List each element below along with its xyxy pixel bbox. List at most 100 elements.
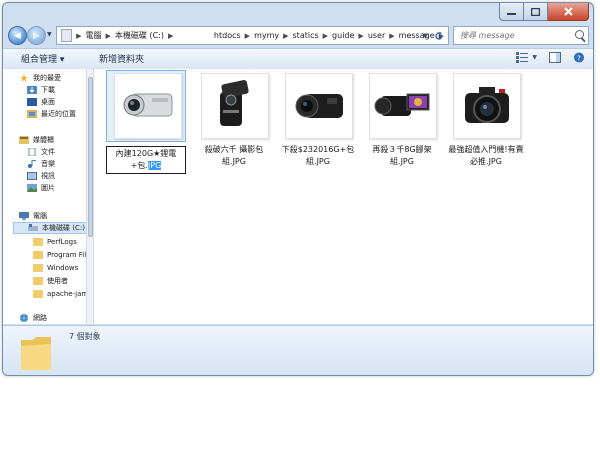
item-count: 7 個對象 (69, 332, 101, 341)
rename-input[interactable]: 內建120G★鋰電+包.JPG (106, 146, 186, 174)
nav-local-disk[interactable]: 本機磁碟 (C:) (13, 222, 93, 234)
address-bar[interactable]: ▶ 電腦 ▶ 本機磁碟 (C:) ▶ htdocs ▶ mymy ▶ statics ▶… (56, 26, 449, 45)
new-folder-button[interactable]: 新增資料夾 (99, 52, 144, 65)
nav-recent[interactable]: 最近的位置 (27, 108, 76, 120)
nav-music[interactable]: 音樂 (27, 158, 55, 170)
breadcrumb-user[interactable]: user (368, 31, 385, 40)
camcorder-black-thumbnail[interactable] (201, 73, 269, 139)
details-pane: 7 個對象 (3, 325, 593, 375)
minimize-icon (507, 12, 516, 15)
preview-pane-icon[interactable] (549, 52, 561, 63)
chevron-right-icon[interactable]: ▶ (389, 32, 394, 40)
file-name[interactable]: 再殺３千8G腳架組.JPG (362, 144, 442, 168)
arrow-left-icon: ◀ (14, 30, 21, 41)
folder-icon (33, 277, 43, 285)
file-list: 內建120G★鋰電+包.JPG 殺破六千 攝影包組.JPG 下殺$232016G… (94, 69, 593, 324)
nav-documents[interactable]: 文件 (27, 146, 55, 158)
nav-network[interactable]: 網路 (19, 312, 47, 324)
file-name[interactable]: 下殺$232016G+包組.JPG (278, 144, 358, 168)
nav-folder-apache[interactable]: apache-jame (33, 288, 93, 300)
folder-icon (33, 290, 43, 298)
rename-text: 內建120G★鋰電+包. (115, 149, 177, 170)
chevron-right-icon[interactable]: ▶ (283, 32, 288, 40)
address-dropdown-icon[interactable]: ▼ (423, 32, 428, 40)
nav-computer-label: 電腦 (33, 212, 47, 220)
search-input[interactable] (458, 30, 574, 41)
chevron-right-icon[interactable]: ▶ (358, 32, 363, 40)
recent-pages-dropdown[interactable]: ▼ (47, 31, 52, 38)
minimize-button[interactable] (499, 3, 524, 21)
breadcrumb-computer[interactable]: 電腦 (86, 30, 102, 41)
nav-videos[interactable]: 視訊 (27, 170, 55, 182)
file-name[interactable]: 最強超值入門機!有賣必推.JPG (446, 144, 526, 168)
camcorder-screen-thumbnail[interactable] (369, 73, 437, 139)
nav-pictures[interactable]: 圖片 (27, 182, 55, 194)
nav-documents-label: 文件 (41, 148, 55, 156)
nav-downloads[interactable]: 下載 (27, 84, 55, 96)
nav-music-label: 音樂 (41, 160, 55, 168)
dslr-canon-thumbnail[interactable] (453, 73, 521, 139)
folder-icon (33, 238, 43, 246)
chevron-right-icon[interactable]: ▶ (76, 32, 81, 40)
camcorder-icon (220, 80, 249, 126)
navigation-pane: 我的最愛 下載 桌面 最近的位置 媒體櫃 文件 音樂 視訊 圖片 電腦 本機磁碟… (3, 69, 93, 324)
downloads-folder-icon (27, 86, 37, 94)
file-item[interactable]: 再殺３千8G腳架組.JPG (362, 73, 442, 168)
nav-downloads-label: 下載 (41, 86, 55, 94)
desktop-icon (27, 98, 37, 106)
breadcrumb-guide[interactable]: guide (332, 31, 354, 40)
nav-scrollbar-thumb[interactable] (88, 77, 93, 237)
nav-folder-users[interactable]: 使用者 (33, 275, 68, 287)
nav-desktop-label: 桌面 (41, 98, 55, 106)
chevron-right-icon[interactable]: ▶ (168, 32, 173, 40)
nav-scrollbar[interactable] (86, 69, 93, 324)
view-dropdown-icon[interactable]: ▼ (532, 54, 537, 61)
nav-pictures-label: 圖片 (41, 184, 55, 192)
drive-icon (28, 224, 38, 231)
nav-favorites-label: 我的最愛 (33, 74, 61, 82)
help-icon[interactable]: ? (573, 52, 585, 63)
file-item[interactable]: 殺破六千 攝影包組.JPG (194, 73, 274, 168)
nav-libraries[interactable]: 媒體櫃 (19, 134, 54, 146)
refresh-icon[interactable] (434, 31, 444, 41)
libraries-icon (19, 136, 29, 144)
nav-folder-perflogs[interactable]: PerfLogs (33, 236, 77, 248)
chevron-right-icon[interactable]: ▶ (245, 32, 250, 40)
maximize-button[interactable] (524, 3, 548, 21)
file-item[interactable]: 內建120G★鋰電+包.JPG (106, 70, 186, 174)
file-item[interactable]: 最強超值入門機!有賣必推.JPG (446, 73, 526, 168)
chevron-right-icon[interactable]: ▶ (323, 32, 328, 40)
nav-local-disk-label: 本機磁碟 (C:) (42, 224, 85, 232)
breadcrumb-mymy[interactable]: mymy (254, 31, 279, 40)
change-view-icon[interactable] (516, 52, 529, 63)
forward-button[interactable]: ▶ (27, 26, 46, 45)
command-bar: 組合管理 ▾ 新增資料夾 ▼ ? (3, 48, 593, 70)
nav-network-label: 網路 (33, 314, 47, 322)
documents-icon (28, 148, 36, 156)
nav-folder-label: Windows (47, 264, 79, 272)
camcorder-jvc-thumbnail[interactable] (285, 73, 353, 139)
search-icon[interactable] (575, 30, 584, 39)
breadcrumb-htdocs[interactable]: htdocs (214, 31, 241, 40)
file-name[interactable]: 殺破六千 攝影包組.JPG (194, 144, 274, 168)
camcorder-silver-thumbnail[interactable] (114, 73, 182, 139)
folder-icon (33, 251, 43, 259)
nav-favorites[interactable]: 我的最愛 (19, 72, 61, 84)
organize-button[interactable]: 組合管理 ▾ (21, 52, 64, 65)
chevron-right-icon[interactable]: ▶ (106, 32, 111, 40)
nav-libraries-label: 媒體櫃 (33, 136, 54, 144)
close-button[interactable] (548, 3, 589, 21)
breadcrumb-local-disk[interactable]: 本機磁碟 (C:) (115, 30, 164, 41)
nav-computer[interactable]: 電腦 (19, 210, 47, 222)
file-item[interactable]: 下殺$232016G+包組.JPG (278, 73, 358, 168)
nav-folder-program-files[interactable]: Program Files (33, 249, 93, 261)
search-box[interactable] (453, 26, 589, 45)
breadcrumb-statics[interactable]: statics (293, 31, 319, 40)
nav-desktop[interactable]: 桌面 (27, 96, 55, 108)
nav-folder-windows[interactable]: Windows (33, 262, 78, 274)
view-tools: ▼ ? (516, 52, 585, 63)
back-button[interactable]: ◀ (8, 26, 27, 45)
svg-text:?: ? (577, 53, 581, 62)
pictures-icon (27, 184, 37, 192)
explorer-window: ◀ ▶ ▼ ▶ 電腦 ▶ 本機磁碟 (C:) ▶ htdocs ▶ mymy ▶ sta… (2, 2, 594, 376)
